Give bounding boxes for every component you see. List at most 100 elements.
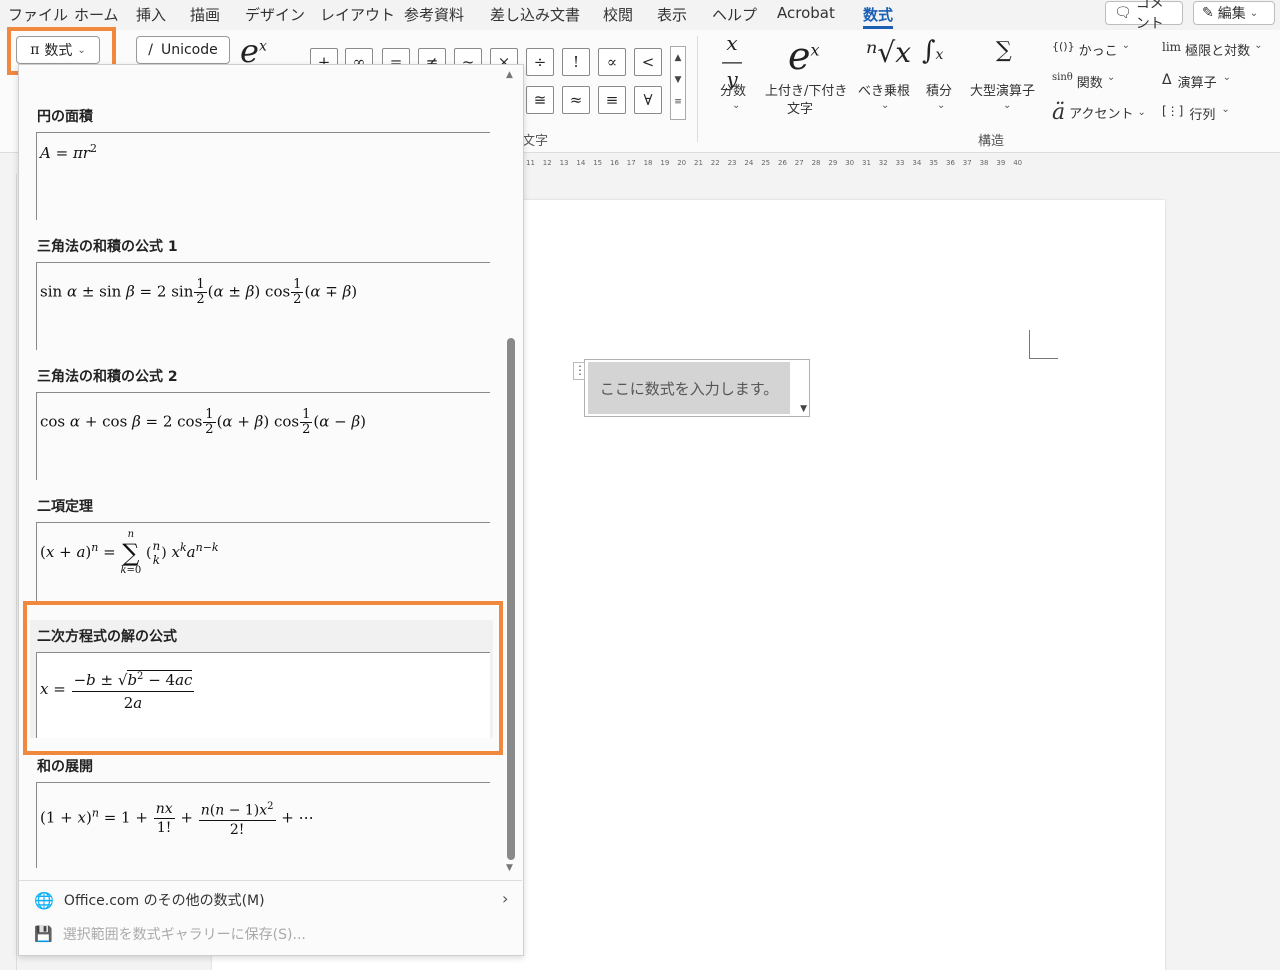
ribbon-divider: [697, 36, 698, 142]
gallery-item-border: [36, 392, 37, 480]
equation-options-icon[interactable]: ▼: [800, 404, 807, 414]
gallery-item-circle-area[interactable]: A = πr2: [40, 142, 97, 162]
margin-corner-mark: [1029, 330, 1058, 359]
gallery-item-binomial[interactable]: (x + a)n = n ∑ k=0 (n k) xkan−k: [40, 530, 219, 576]
menu-draw[interactable]: 描画: [190, 4, 220, 25]
symbol-button[interactable]: ∀: [634, 86, 662, 114]
gallery-item-title: 三角法の和積の公式 1: [37, 239, 178, 255]
menu-layout[interactable]: レイアウト: [320, 4, 395, 25]
ruler-tick: 22: [710, 159, 720, 167]
quadratic-formula-highlight: [23, 601, 503, 755]
menu-equation[interactable]: 数式: [863, 4, 894, 29]
symbol-button[interactable]: <: [634, 48, 662, 76]
gallery-item-trig-sum-1[interactable]: sin α ± sin β = 2 sin 1 2 (α ± β) cos 1 2 (α ∓…: [40, 278, 357, 307]
menu-references[interactable]: 参考資料: [404, 4, 464, 25]
ruler-tick: 27: [794, 159, 804, 167]
fraction-button[interactable]: 分数: [720, 80, 746, 99]
menu-design[interactable]: デザイン: [245, 4, 305, 25]
ruler-tick: 24: [744, 159, 754, 167]
symbol-button[interactable]: ≡: [598, 86, 626, 114]
save-icon: 💾: [34, 925, 53, 943]
symbol-button[interactable]: ≈: [562, 86, 590, 114]
function-button[interactable]: sinθ 関数 ⌄: [1052, 72, 1115, 91]
menu-mailings[interactable]: 差し込み文書: [490, 4, 580, 25]
gallery-divider: [37, 392, 490, 393]
bracket-button[interactable]: {()} かっこ ⌄: [1052, 40, 1130, 59]
accent-icon: ä: [1052, 100, 1066, 125]
gallery-divider: [37, 262, 490, 263]
gallery-item-border: [36, 262, 37, 350]
chevron-down-icon: ⌄: [1106, 72, 1116, 83]
ruler-tick: 12: [542, 159, 552, 167]
accent-button[interactable]: ä アクセント ⌄: [1052, 100, 1146, 125]
chevron-down-icon[interactable]: ⌄: [732, 100, 740, 111]
ruler-tick: 35: [929, 159, 939, 167]
equation-handle-icon[interactable]: ⋮: [573, 362, 586, 380]
ruler-tick: 20: [677, 159, 687, 167]
operator-button[interactable]: Δ 演算子 ⌄: [1162, 72, 1231, 91]
ruler-tick: 13: [559, 159, 569, 167]
chevron-up-icon[interactable]: ▲: [671, 47, 685, 69]
gallery-item-expansion[interactable]: (1 + x)n = 1 + nx 1! + n(n − 1)x2 2! + ⋯: [40, 798, 314, 839]
horizontal-ruler: 11 12 13 14 15 16 17 18 19 20 21 22 23 24 25 26 27 28 29 30…: [522, 152, 1182, 174]
ruler-tick: 40: [1013, 159, 1023, 167]
symbol-button[interactable]: ∝: [598, 48, 626, 76]
chevron-down-icon[interactable]: ⌄: [881, 100, 889, 111]
scroll-up-icon[interactable]: ▲: [506, 70, 513, 80]
ruler-tick: 26: [778, 159, 787, 167]
gallery-item-trig-sum-2[interactable]: cos α + cos β = 2 cos 1 2 (α + β) cos 1 2 (α −…: [40, 408, 366, 437]
limit-button[interactable]: lim 極限と対数 ⌄: [1162, 40, 1262, 59]
menu-acrobat[interactable]: Acrobat: [777, 4, 835, 22]
menu-insert[interactable]: 挿入: [136, 4, 166, 25]
gallery-item-title: 円の面積: [37, 109, 93, 125]
radical-button[interactable]: べき乗根: [858, 80, 910, 99]
sum-icon[interactable]: ∑: [996, 38, 1012, 63]
chevron-down-icon[interactable]: ▼: [671, 69, 685, 91]
symbol-button[interactable]: ÷: [526, 48, 554, 76]
symbols-group-label: 文字: [522, 134, 549, 149]
large-operator-button[interactable]: 大型演算子: [970, 80, 1035, 99]
save-to-gallery-button[interactable]: 💾 選択範囲を数式ギャラリーに保存(S)...: [34, 924, 306, 944]
unicode-button[interactable]: / Unicode: [136, 36, 230, 64]
equation-placeholder[interactable]: ここに数式を入力します。: [588, 362, 790, 414]
symbol-button[interactable]: !: [562, 48, 590, 76]
ruler-tick: 19: [660, 159, 670, 167]
gallery-item-border: [36, 522, 37, 602]
menu-file[interactable]: ファイル: [8, 4, 68, 25]
ruler-tick: 31: [862, 159, 871, 167]
more-icon[interactable]: ≡: [671, 91, 685, 113]
bracket-icon: {()}: [1052, 40, 1075, 53]
symbol-scroll[interactable]: ▲ ▼ ≡: [670, 46, 686, 120]
gallery-footer-divider: [19, 880, 522, 881]
chevron-down-icon: ⌄: [1137, 107, 1146, 118]
chevron-down-icon[interactable]: ⌄: [937, 100, 945, 111]
structure-group-label: 構造: [978, 134, 1005, 149]
chevron-right-icon[interactable]: ›: [502, 889, 508, 908]
script-icon[interactable]: ex: [788, 34, 820, 78]
chevron-down-icon[interactable]: ⌄: [1003, 100, 1011, 111]
gallery-item-title: 和の展開: [37, 759, 93, 775]
gallery-scrollbar-thumb[interactable]: [507, 338, 515, 860]
menu-home[interactable]: ホーム: [74, 4, 119, 25]
radical-icon[interactable]: ⁿ√x: [866, 36, 911, 69]
gallery-item-border: [36, 132, 37, 220]
script-button[interactable]: 上付き/下付き: [765, 80, 847, 99]
integral-icon[interactable]: ∫x: [922, 36, 943, 66]
chevron-down-icon: ⌄: [1254, 40, 1263, 51]
menu-help[interactable]: ヘルプ: [712, 4, 757, 25]
ruler-tick: 17: [626, 159, 636, 167]
limit-icon: lim: [1162, 40, 1182, 54]
ruler-tick: 37: [962, 159, 972, 167]
matrix-button[interactable]: [⋮] 行列 ⌄: [1162, 104, 1230, 123]
scroll-down-icon[interactable]: ▼: [506, 863, 513, 873]
ruler-tick: 39: [996, 159, 1006, 167]
menu-view[interactable]: 表示: [657, 4, 687, 25]
menu-review[interactable]: 校閲: [603, 4, 633, 25]
more-equations-button[interactable]: 🌐 Office.com のその他の数式(M): [34, 890, 265, 910]
integral-button[interactable]: 積分: [926, 80, 952, 99]
edit-button[interactable]: ✎ 編集 ⌄: [1193, 1, 1275, 25]
ruler-tick: 36: [946, 159, 955, 167]
comment-button[interactable]: 🗨 コメント: [1105, 0, 1183, 32]
symbol-button[interactable]: ≅: [526, 86, 554, 114]
ruler-tick: 29: [828, 159, 838, 167]
